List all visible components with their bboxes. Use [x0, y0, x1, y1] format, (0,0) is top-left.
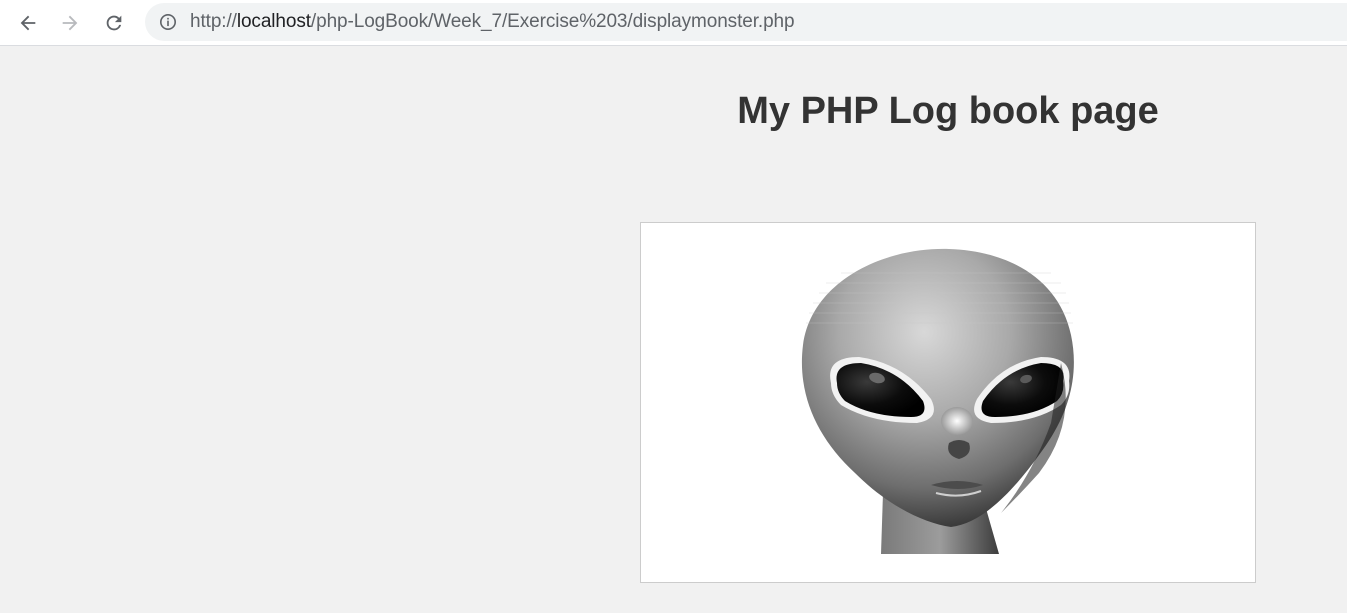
- info-icon[interactable]: [159, 13, 177, 31]
- page-content: My PHP Log book page: [0, 47, 1347, 613]
- reload-icon: [106, 15, 122, 31]
- arrow-left-icon: [20, 15, 36, 31]
- url-path: /php-LogBook/Week_7/Exercise%203/display…: [310, 11, 795, 32]
- arrow-right-icon: [62, 15, 78, 31]
- address-bar[interactable]: http://localhost/php-LogBook/Week_7/Exer…: [145, 3, 1347, 41]
- url-text[interactable]: http://localhost/php-LogBook/Week_7/Exer…: [190, 12, 795, 32]
- url-host: localhost: [236, 11, 311, 32]
- browser-toolbar: http://localhost/php-LogBook/Week_7/Exer…: [0, 0, 1347, 46]
- forward-button[interactable]: [55, 8, 85, 38]
- alien-head-image: [801, 248, 1074, 554]
- back-button[interactable]: [13, 8, 43, 38]
- page-title: My PHP Log book page: [737, 90, 1159, 132]
- url-scheme: http://: [190, 11, 237, 32]
- reload-button[interactable]: [99, 8, 129, 38]
- monster-image: [640, 222, 1256, 583]
